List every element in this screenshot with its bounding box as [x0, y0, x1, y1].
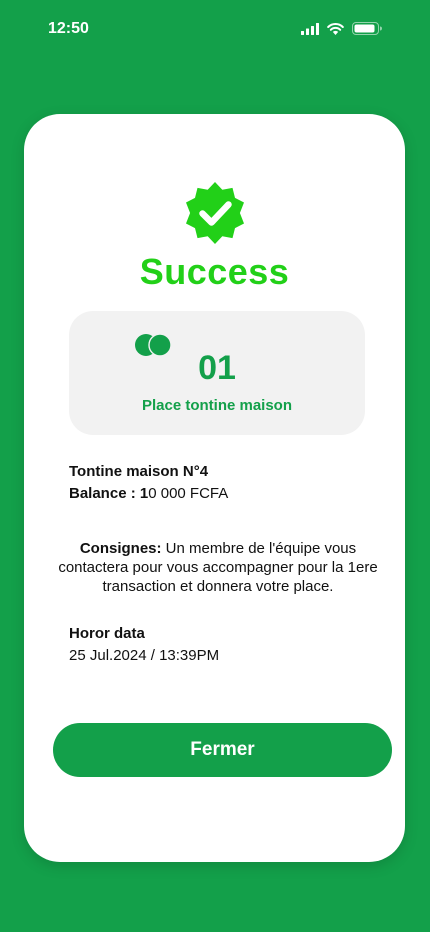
- status-bar: 12:50: [0, 0, 430, 60]
- verified-check-icon: [182, 180, 248, 246]
- balance-value: 0 000 FCFA: [148, 485, 229, 502]
- place-number: 01: [198, 349, 236, 387]
- status-time: 12:50: [48, 20, 89, 37]
- place-label: Place tontine maison: [141, 397, 293, 414]
- consignes-text: Consignes: Un membre de l'équipe vous co…: [58, 539, 378, 596]
- balance-value-bold: 1: [139, 485, 149, 502]
- close-button[interactable]: Fermer: [53, 723, 392, 777]
- balance-line: Balance : 10 000 FCFA: [69, 483, 369, 505]
- success-card: Success 01 Place tontine maison Tontine …: [24, 114, 405, 862]
- signal-icon: [301, 22, 319, 40]
- battery-icon: [352, 22, 382, 40]
- success-title: Success: [139, 251, 290, 292]
- horor-info: Horor data 25 Jul.2024 / 13:39PM: [69, 623, 369, 667]
- wifi-icon: [327, 22, 344, 40]
- horor-value: 25 Jul.2024 / 13:39PM: [69, 647, 220, 664]
- horor-label: Horor data: [69, 625, 145, 642]
- tontine-name: Tontine maison N°4: [69, 463, 209, 480]
- status-icons: [301, 22, 382, 40]
- place-box: 01 Place tontine maison: [69, 311, 365, 435]
- consignes-label: Consignes:: [79, 540, 162, 557]
- tontine-info: Tontine maison N°4 Balance : 10 000 FCFA: [69, 461, 369, 505]
- balance-label: Balance :: [69, 485, 140, 502]
